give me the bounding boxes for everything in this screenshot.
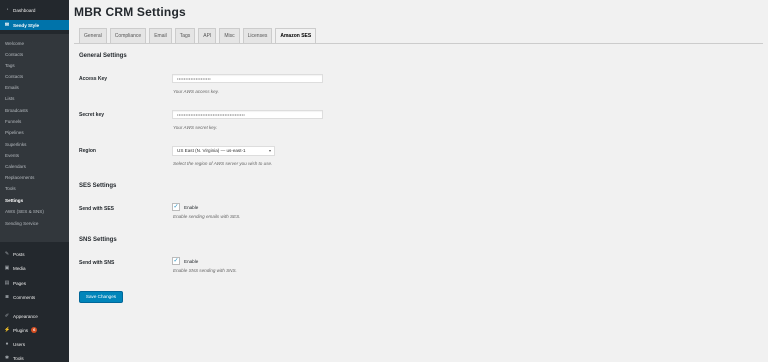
checkmark-icon: ✓ [173, 258, 179, 264]
submenu-item[interactable]: Superlinks [0, 140, 69, 149]
tab-email[interactable]: Email [149, 28, 172, 43]
admin-sidebar: ◔ Dashboard ✉ Sendy Style Welcome Contact… [0, 0, 69, 362]
submenu-item[interactable]: Replacements [0, 173, 69, 182]
submenu-item[interactable]: Emails [0, 83, 69, 92]
save-changes-button[interactable]: Save Changes [79, 291, 123, 303]
submenu-item[interactable]: Funnels [0, 117, 69, 126]
settings-tabs: General Compliance Email Tags API Misc L… [79, 28, 319, 44]
submenu-item[interactable]: Events [0, 151, 69, 160]
submenu-item[interactable]: Pipelines [0, 128, 69, 137]
submenu-item[interactable]: Calendars [0, 162, 69, 171]
sns-enable-checkbox[interactable]: ✓ [172, 257, 180, 265]
sidebar-item-posts[interactable]: ✎ Posts [0, 249, 69, 259]
update-count-badge: 6 [31, 327, 38, 333]
checkmark-icon: ✓ [173, 204, 179, 210]
tab-amazon-ses[interactable]: Amazon SES [275, 28, 317, 44]
submenu-item[interactable]: Tags [0, 61, 69, 70]
ses-enable-checkbox[interactable]: ✓ [172, 203, 180, 211]
tab-api[interactable]: API [198, 28, 217, 43]
access-key-description: Your AWS access key. [173, 89, 219, 94]
secret-key-input[interactable]: •••••••••••••••••••••••••••••••••••••••• [172, 110, 323, 119]
submenu-item[interactable]: Contacts [0, 50, 69, 59]
send-with-sns-label: Send with SNS [79, 260, 115, 266]
submenu-item[interactable]: Settings [0, 196, 69, 205]
submenu-item[interactable]: Welcome [0, 39, 69, 48]
sidebar-item-media[interactable]: ▣ Media [0, 263, 69, 273]
sidebar-item-appearance[interactable]: ✐ Appearance [0, 311, 69, 321]
media-icon: ▣ [4, 265, 10, 271]
tab-tags[interactable]: Tags [174, 28, 196, 43]
send-with-ses-label: Send with SES [79, 206, 115, 212]
submenu-item[interactable]: Lists [0, 94, 69, 103]
comments-icon: ◙ [5, 294, 9, 300]
sns-enable-label: Enable [184, 258, 199, 264]
tab-compliance[interactable]: Compliance [109, 28, 147, 43]
sidebar-item-plugins[interactable]: ⚡ Plugins 6 [0, 325, 69, 335]
tabs-divider [74, 43, 763, 44]
tab-general[interactable]: General [79, 28, 107, 43]
sidebar-item-comments[interactable]: ◙ Comments [0, 292, 69, 302]
ses-description: Enable sending emails with SES. [173, 214, 241, 219]
mail-icon: ✉ [4, 22, 10, 28]
wrench-icon: ✱ [4, 355, 10, 361]
users-icon: ● [5, 341, 9, 347]
sns-enable-row: ✓ Enable [172, 257, 198, 265]
general-settings-heading: General Settings [79, 53, 127, 59]
submenu-item[interactable]: Broadcasts [0, 106, 69, 115]
access-key-input[interactable]: •••••••••••••••••••• [172, 74, 323, 83]
plug-icon: ⚡ [4, 327, 11, 333]
submenu-item[interactable]: Tools [0, 184, 69, 193]
tab-licenses[interactable]: Licenses [242, 28, 273, 43]
sidebar-item-dashboard[interactable]: ◔ Dashboard [0, 5, 69, 15]
page-title: MBR CRM Settings [74, 5, 186, 19]
region-select[interactable]: US East (N. Virginia) — us-east-1 ▾ [172, 146, 275, 156]
access-key-label: Access Key [79, 76, 108, 82]
ses-settings-heading: SES Settings [79, 183, 117, 189]
region-label: Region [79, 148, 96, 154]
sidebar-item-tools[interactable]: ✱ Tools [0, 353, 69, 362]
tab-misc[interactable]: Misc [219, 28, 240, 43]
sidebar-item-plugin[interactable]: ✉ Sendy Style [0, 20, 69, 30]
ses-enable-label: Enable [184, 204, 199, 210]
brush-icon: ✐ [4, 313, 10, 319]
pages-icon: ▤ [4, 280, 10, 286]
submenu-item[interactable]: Sending Service [0, 219, 69, 228]
chevron-down-icon: ▾ [268, 148, 271, 153]
secret-key-description: Your AWS secret key. [173, 125, 218, 130]
region-description: Select the region of AWS server you wish… [173, 161, 273, 166]
sidebar-item-users[interactable]: ● Users [0, 339, 69, 349]
sns-settings-heading: SNS Settings [79, 237, 117, 243]
region-selected-value: US East (N. Virginia) — us-east-1 [177, 148, 246, 153]
pin-icon: ✎ [4, 251, 10, 257]
sns-description: Enable SNS sending with SNS. [173, 268, 237, 273]
dashboard-icon: ◔ [5, 7, 9, 13]
ses-enable-row: ✓ Enable [172, 203, 198, 211]
sidebar-item-pages[interactable]: ▤ Pages [0, 278, 69, 288]
secret-key-label: Secret key [79, 112, 105, 118]
submenu-item[interactable]: AWS (SES & SNS) [0, 207, 69, 216]
submenu-item[interactable]: Contacts [0, 72, 69, 81]
